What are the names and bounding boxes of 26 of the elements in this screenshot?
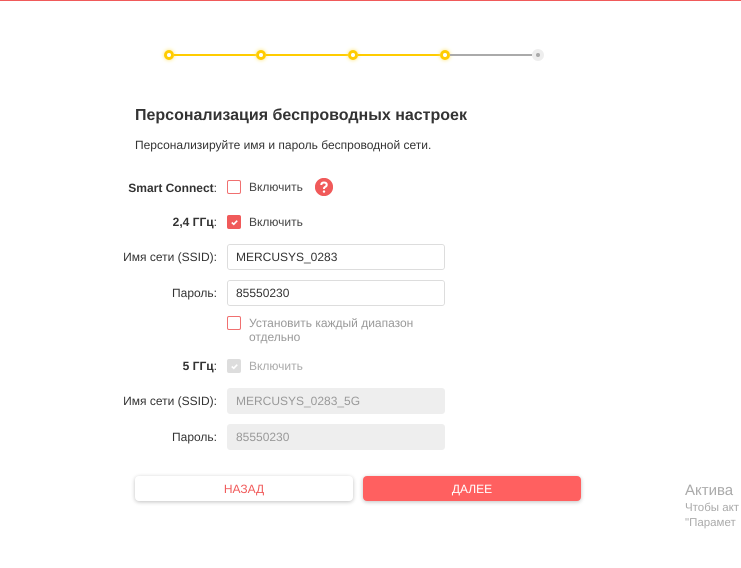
help-icon[interactable] [314, 178, 333, 196]
checkbox[interactable] [227, 316, 241, 330]
checkbox[interactable] [227, 180, 241, 194]
field-label: 5 ГГц: [182, 359, 217, 373]
check-icon [230, 362, 238, 370]
checkbox-label: Включить [249, 359, 303, 373]
checkbox-label: Установить каждый диапазон отдельно [249, 316, 414, 344]
field-label: Пароль: [172, 286, 217, 300]
checkbox-label: Включить [249, 180, 303, 194]
field-label: Имя сети (SSID): [123, 250, 217, 264]
activation-notice-text: "Парамет [685, 517, 736, 529]
page-title: Персонализация беспроводных настроек [135, 107, 467, 125]
field-label: Пароль: [172, 430, 217, 444]
checkbox-label: Включить [249, 215, 303, 229]
checkbox[interactable] [227, 215, 241, 229]
field-label: Имя сети (SSID): [123, 394, 217, 408]
field-label: 2,4 ГГц: [172, 215, 217, 229]
check-icon [230, 218, 238, 226]
activation-notice-text: Чтобы акт [685, 502, 740, 514]
page-subtitle: Персонализируйте имя и пароль беспроводной сети. [135, 138, 432, 152]
input-field[interactable]: 85550230 [227, 280, 445, 306]
input-field[interactable]: MERCUSYS_0283 [227, 244, 445, 270]
back-button[interactable]: НАЗАД [135, 476, 353, 501]
activation-notice-title: Актива [685, 482, 734, 499]
field-label: Smart Connect: [128, 181, 217, 195]
next-button[interactable]: ДАЛЕЕ [363, 476, 581, 501]
